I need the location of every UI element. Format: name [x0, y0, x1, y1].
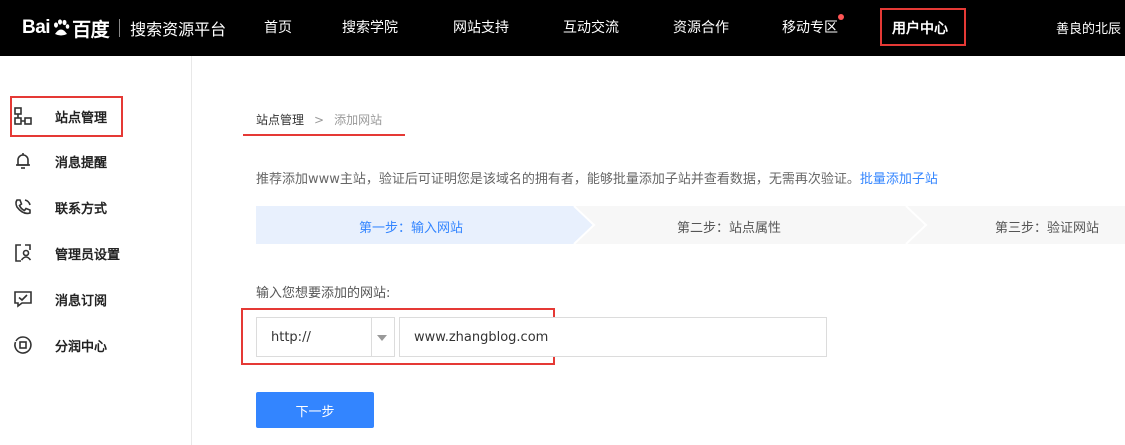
chevron-down-icon[interactable] — [377, 335, 387, 341]
nav-mobile[interactable]: 移动专区 — [782, 14, 844, 38]
select-divider — [371, 318, 372, 356]
step-1: 第一步：输入网站 — [359, 221, 464, 236]
user-name[interactable]: 善良的北辰 — [1056, 18, 1121, 37]
notification-dot — [838, 14, 844, 20]
batch-add-subsite-link[interactable]: 批量添加子站 — [860, 172, 938, 187]
sidebar-item-label: 站点管理 — [55, 110, 108, 126]
nav-home[interactable]: 首页 — [264, 18, 292, 38]
step-progress: 第一步：输入网站 第二步：站点属性 第三步：验证网站 — [256, 206, 1125, 244]
site-name: 搜索资源平台 — [130, 20, 227, 39]
logo-divider — [119, 19, 121, 37]
nav-resource-coop[interactable]: 资源合作 — [673, 18, 729, 38]
bell-icon — [12, 150, 34, 172]
sidebar-item-label: 联系方式 — [55, 201, 108, 217]
nav-mobile-label: 移动专区 — [782, 20, 838, 36]
breadcrumb-underline — [243, 134, 405, 136]
sidebar-item-label: 分润中心 — [55, 339, 108, 355]
next-step-button[interactable]: 下一步 — [256, 392, 374, 428]
breadcrumb-parent[interactable]: 站点管理 — [256, 111, 304, 128]
baidu-logo[interactable]: Bai 百度 搜索资源平台 — [22, 12, 226, 44]
breadcrumb: 站点管理 > 添加网站 — [256, 111, 382, 128]
phone-icon — [12, 196, 34, 218]
sidebar-item-label: 消息订阅 — [55, 293, 108, 309]
sidebar-item-subscription[interactable]: 消息订阅 — [12, 285, 107, 313]
nav-academy[interactable]: 搜索学院 — [342, 18, 398, 38]
subscribe-icon — [12, 288, 34, 310]
nav-interaction[interactable]: 互动交流 — [563, 18, 619, 38]
nav-site-support[interactable]: 网站支持 — [453, 18, 509, 38]
sidebar-item-admin-settings[interactable]: 管理员设置 — [12, 239, 120, 267]
add-site-tip: 推荐添加www主站，验证后可证明您是该域名的拥有者，能够批量添加子站并查看数据，… — [256, 168, 938, 187]
step-2: 第二步：站点属性 — [677, 221, 782, 236]
paw-icon — [54, 19, 70, 36]
sidebar-item-label: 消息提醒 — [55, 155, 108, 171]
sidebar-item-label: 管理员设置 — [55, 247, 121, 263]
protocol-select[interactable]: http:// — [256, 317, 395, 357]
site-url-input[interactable] — [399, 317, 827, 357]
breadcrumb-current: 添加网站 — [334, 113, 383, 127]
sidebar: 站点管理 消息提醒 联系方式 管理员设置 消息订阅 分润中心 — [0, 56, 192, 445]
breadcrumb-separator: > — [314, 112, 325, 127]
sidebar-item-site-management[interactable]: 站点管理 — [12, 102, 107, 130]
top-navbar: Bai 百度 搜索资源平台 首页 搜索学院 网站支持 互动交流 资源合作 移动专… — [0, 0, 1125, 56]
nav-user-center-label: 用户中心 — [892, 21, 948, 37]
admin-icon — [12, 242, 34, 264]
logo-text-left: Bai — [22, 17, 51, 38]
logo-text-right: 百度 — [72, 19, 110, 41]
sidebar-item-revenue[interactable]: 分润中心 — [12, 331, 107, 359]
site-tree-icon — [12, 105, 34, 127]
tip-text: 推荐添加www主站，验证后可证明您是该域名的拥有者，能够批量添加子站并查看数据，… — [256, 172, 860, 187]
sidebar-item-notifications[interactable]: 消息提醒 — [12, 147, 107, 175]
step-3: 第三步：验证网站 — [995, 221, 1100, 236]
nav-user-center[interactable]: 用户中心 — [880, 8, 966, 46]
sidebar-item-contact[interactable]: 联系方式 — [12, 193, 107, 221]
protocol-select-value: http:// — [271, 330, 311, 345]
revenue-icon — [12, 334, 34, 356]
site-input-label: 输入您想要添加的网站: — [256, 286, 391, 301]
